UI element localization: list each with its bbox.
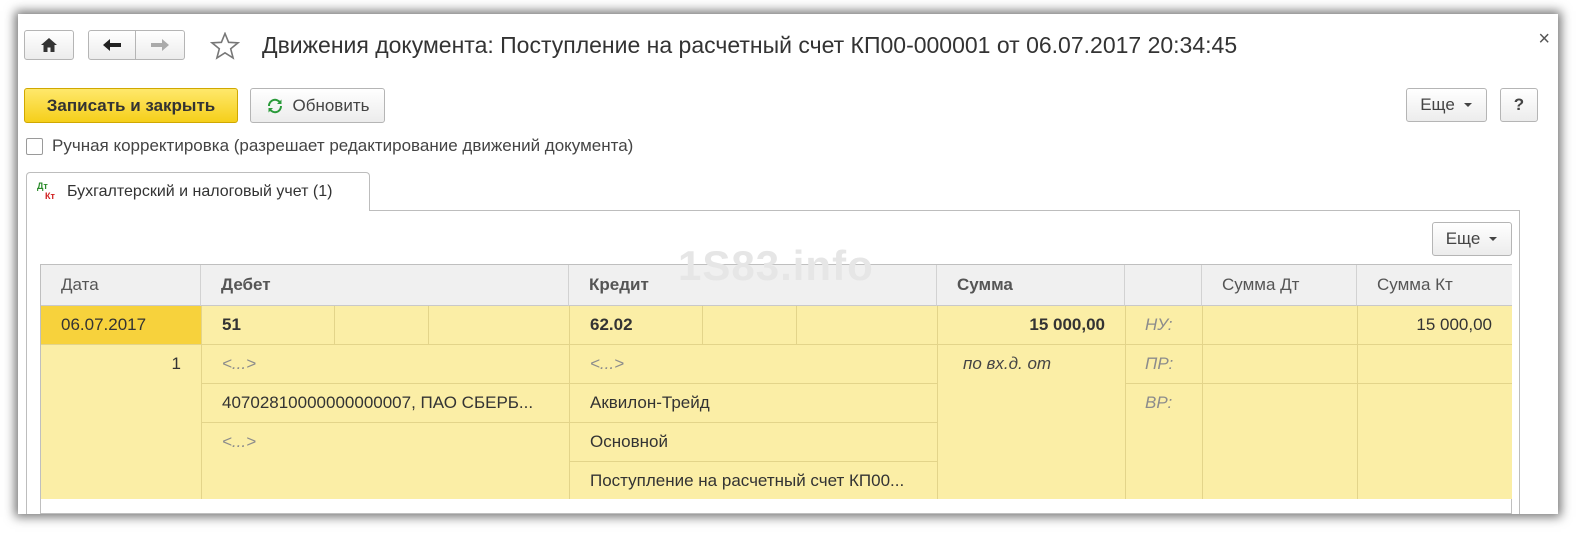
window-title: Движения документа: Поступление на расче…: [262, 32, 1238, 58]
chevron-down-icon: [1489, 237, 1498, 241]
dt-icon-text: Дт: [37, 181, 48, 191]
cell-credit-account[interactable]: 62.02: [590, 306, 633, 344]
column-header-debit[interactable]: Дебет: [201, 265, 569, 306]
row-divider: [702, 306, 703, 344]
refresh-icon: [267, 98, 282, 113]
tab-accounting[interactable]: Дт Кт Бухгалтерский и налоговый учет (1): [26, 172, 370, 211]
cell-credit-subconto-4[interactable]: Поступление на расчетный счет КП00...: [590, 462, 904, 499]
more-button[interactable]: Еще: [1406, 88, 1487, 122]
document-movements-window: Движения документа: Поступление на расче…: [18, 14, 1558, 514]
save-and-close-button[interactable]: Записать и закрыть: [24, 88, 238, 123]
cell-credit-subconto-1[interactable]: <...>: [590, 345, 624, 383]
cell-nu-label: НУ:: [1145, 315, 1173, 334]
home-button[interactable]: [24, 30, 74, 60]
forward-button[interactable]: [135, 30, 185, 60]
cell-sum-kt[interactable]: 15 000,00: [1357, 306, 1492, 344]
cell-date[interactable]: 06.07.2017: [61, 306, 146, 344]
cell-credit-subconto-2[interactable]: Аквилон-Трейд: [590, 384, 710, 422]
back-button[interactable]: [88, 30, 136, 60]
column-header-credit[interactable]: Кредит: [569, 265, 937, 306]
cell-vr-label: ВР:: [1145, 393, 1173, 412]
column-header-sum-kt[interactable]: Сумма Кт: [1357, 265, 1512, 306]
movements-table: Дата Дебет Кредит Сумма Сумма Дт Сумма К…: [40, 264, 1512, 514]
tab-accounting-label: Бухгалтерский и налоговый учет (1): [67, 183, 333, 200]
row-divider: [428, 306, 429, 344]
cell-debit-subconto-1[interactable]: <...>: [222, 345, 256, 383]
row-divider: [201, 422, 937, 423]
row-divider: [1125, 306, 1126, 499]
manual-edit-label: Ручная корректировка (разрешает редактир…: [52, 136, 634, 155]
cell-debit-subconto-2[interactable]: 40702810000000000007, ПАО СБЕРБ...: [222, 384, 533, 422]
row-divider: [796, 306, 797, 344]
star-icon: [209, 31, 241, 60]
dt-kt-icon: Дт Кт: [37, 181, 59, 203]
refresh-button[interactable]: Обновить: [250, 88, 385, 123]
cell-sum[interactable]: 15 000,00: [937, 306, 1105, 344]
manual-edit-checkbox[interactable]: [26, 137, 43, 155]
arrow-right-icon: [151, 39, 169, 51]
row-divider: [569, 306, 570, 499]
cell-debit-account[interactable]: 51: [222, 306, 241, 344]
row-divider: [41, 344, 1512, 345]
table-more-button[interactable]: Еще: [1432, 222, 1512, 256]
column-header-sum-dt[interactable]: Сумма Дт: [1202, 265, 1357, 306]
row-divider: [201, 306, 202, 499]
chevron-down-icon: [1463, 103, 1472, 107]
help-button[interactable]: ?: [1500, 88, 1538, 122]
column-header-date[interactable]: Дата: [41, 265, 201, 306]
cell-pr-label: ПР:: [1145, 354, 1174, 373]
manual-edit-row[interactable]: Ручная корректировка (разрешает редактир…: [26, 136, 633, 156]
row-divider: [1125, 383, 1512, 384]
more-label: Еще: [1420, 95, 1455, 114]
kt-icon-text: Кт: [45, 191, 55, 201]
cell-debit-subconto-3[interactable]: <...>: [222, 423, 256, 461]
table-more-label: Еще: [1445, 229, 1481, 248]
close-icon[interactable]: ×: [1538, 28, 1550, 51]
arrow-left-icon: [103, 39, 121, 51]
cell-content[interactable]: по вх.д. от: [963, 345, 1051, 383]
favorite-star-button[interactable]: [209, 31, 241, 65]
row-divider: [334, 306, 335, 344]
refresh-label: Обновить: [292, 95, 370, 115]
cell-row-number: 1: [171, 354, 181, 373]
column-header-sum[interactable]: Сумма: [937, 265, 1125, 306]
column-header-blank[interactable]: [1125, 265, 1202, 306]
cell-sum-dt[interactable]: [1202, 306, 1337, 344]
home-icon: [41, 38, 57, 52]
cell-credit-subconto-3[interactable]: Основной: [590, 423, 668, 461]
